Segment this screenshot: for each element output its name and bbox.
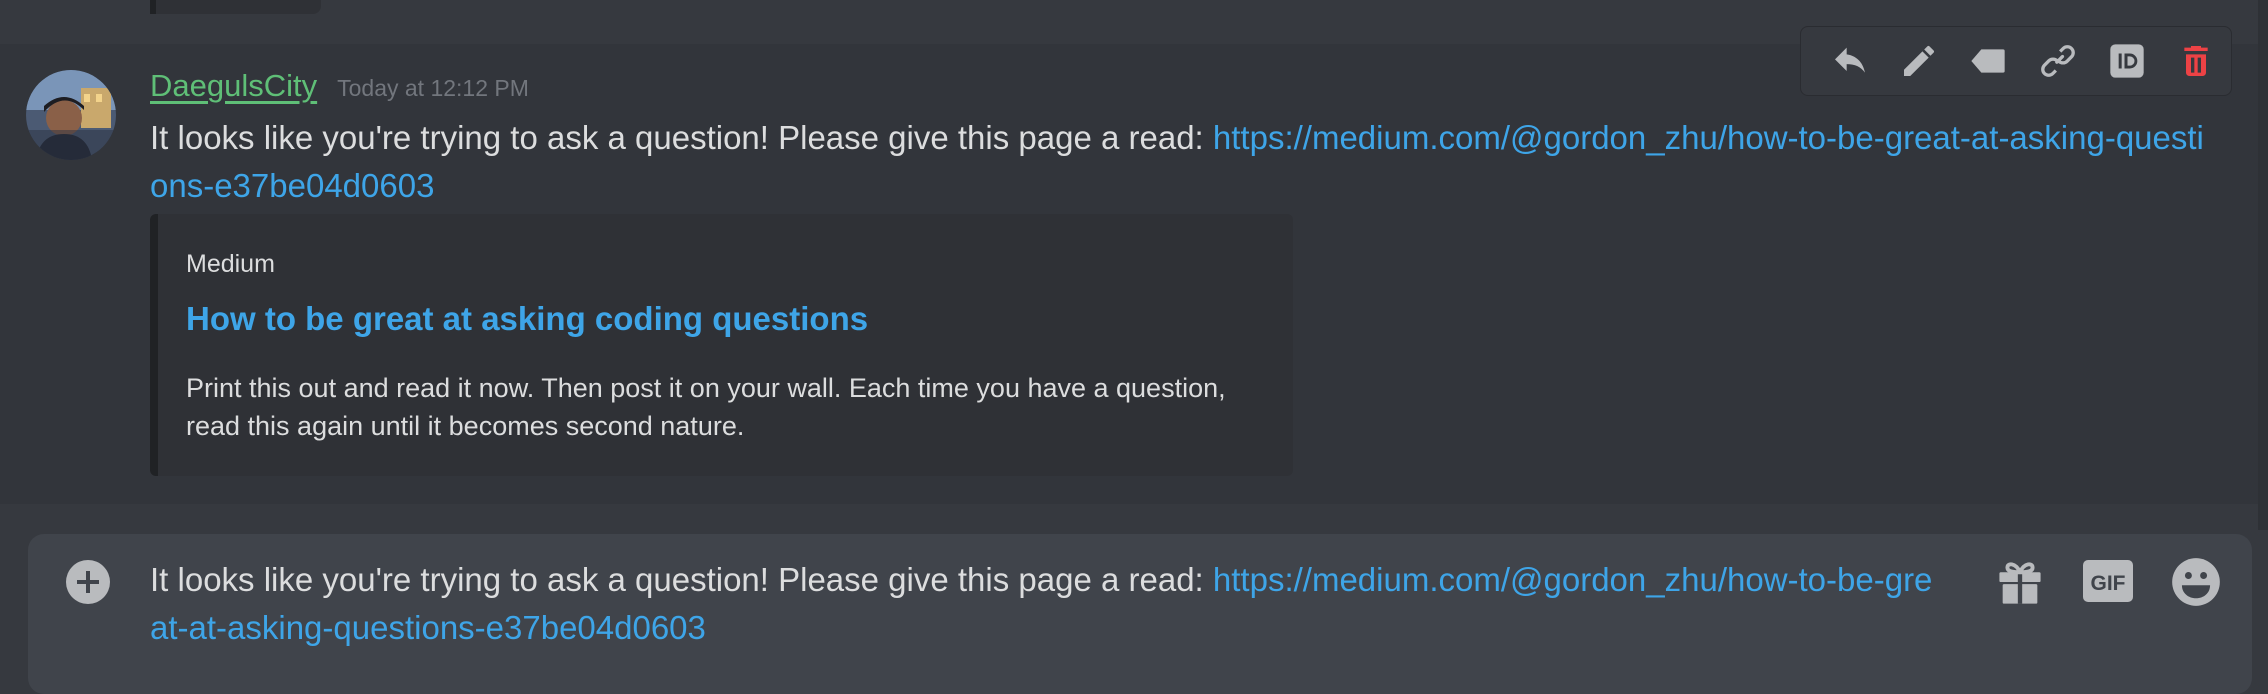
message-input[interactable]: It looks like you're trying to ask a que… (150, 556, 1950, 652)
scrollbar[interactable] (2258, 0, 2268, 530)
link-embed: Medium How to be great at asking coding … (150, 214, 1293, 476)
id-icon (2110, 44, 2144, 78)
link-icon (2040, 45, 2075, 77)
delete-icon (2184, 46, 2208, 76)
timestamp[interactable]: Today at 12:12 PM (337, 75, 529, 102)
gif-label: GIF (2091, 572, 2126, 595)
username[interactable]: DaegulsCity (150, 68, 317, 104)
emoji-button[interactable] (2170, 556, 2222, 608)
embed-title[interactable]: How to be great at asking coding questio… (186, 300, 868, 338)
copy-id-button[interactable] (2092, 32, 2161, 90)
message-text: It looks like you're trying to ask a que… (150, 119, 1213, 156)
message-header: DaegulsCity Today at 12:12 PM (150, 68, 529, 104)
composer-actions: GIF (1994, 556, 2222, 608)
chat-view: DaegulsCity Today at 12:12 PM It looks l… (0, 0, 2268, 694)
reply-icon (1834, 47, 1865, 73)
emoji-icon (2172, 558, 2220, 606)
message-content: It looks like you're trying to ask a que… (150, 114, 2210, 210)
previous-embed-edge (150, 0, 321, 14)
tag-button[interactable] (1954, 32, 2023, 90)
gif-button[interactable]: GIF (2082, 556, 2134, 608)
message-composer: It looks like you're trying to ask a que… (28, 534, 2252, 694)
reply-button[interactable] (1815, 32, 1884, 90)
gift-icon (1999, 562, 2041, 604)
message-hover-toolbar (1800, 26, 2232, 96)
gift-button[interactable] (1994, 556, 2046, 608)
edit-button[interactable] (1884, 32, 1953, 90)
delete-button[interactable] (2162, 32, 2231, 90)
gif-icon: GIF (2083, 560, 2133, 602)
avatar[interactable] (26, 70, 116, 160)
embed-description: Print this out and read it now. Then pos… (186, 373, 1226, 441)
composer-text: It looks like you're trying to ask a que… (150, 561, 1213, 598)
embed-provider[interactable]: Medium (186, 250, 275, 279)
edit-icon (1903, 45, 1934, 76)
tag-icon (1971, 49, 2005, 73)
avatar-photo (26, 70, 116, 160)
upload-button[interactable] (64, 558, 112, 606)
copy-link-button[interactable] (2023, 32, 2092, 90)
add-icon (66, 560, 110, 604)
